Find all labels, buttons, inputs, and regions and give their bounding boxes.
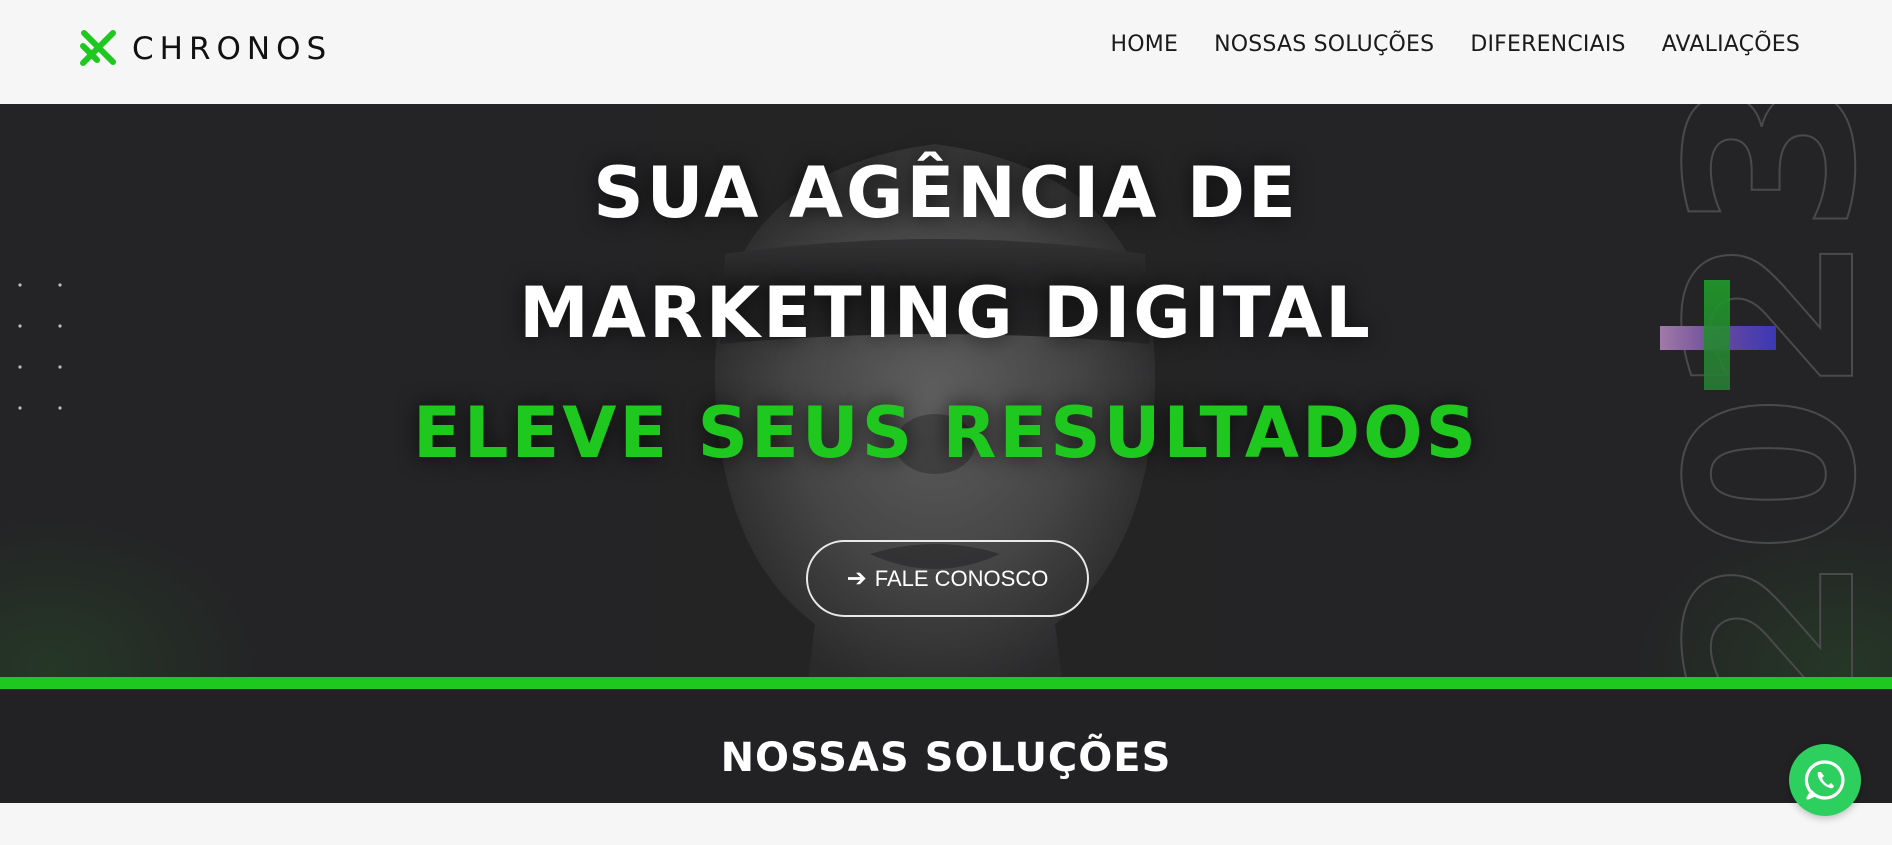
whatsapp-icon xyxy=(1804,760,1845,800)
hero-title-line-2: MARKETING DIGITAL xyxy=(519,272,1373,354)
logo[interactable]: CHRONOS xyxy=(77,28,332,69)
nav-item-avaliacoes[interactable]: AVALIAÇÕES xyxy=(1662,32,1800,57)
accent-divider xyxy=(0,677,1892,689)
cta-label: FALE CONOSCO xyxy=(874,565,1049,591)
main-nav: HOME NOSSAS SOLUÇÕES DIFERENCIAIS AVALIA… xyxy=(1111,32,1800,57)
nav-item-home[interactable]: HOME xyxy=(1111,32,1179,57)
hero-section: 2023 SUA AGÊNCIA DE MARKETING DIGITAL EL… xyxy=(0,104,1892,677)
hero-glow-left xyxy=(0,517,260,677)
hero-tagline: ELEVE SEUS RESULTADOS xyxy=(413,392,1479,474)
hero-title-line-1: SUA AGÊNCIA DE xyxy=(593,152,1299,234)
whatsapp-button[interactable] xyxy=(1789,744,1861,816)
chronos-logo-icon xyxy=(80,30,116,66)
nav-item-nossas-solucoes[interactable]: NOSSAS SOLUÇÕES xyxy=(1214,32,1434,57)
arrow-right-icon: ➔ xyxy=(846,564,867,592)
page-content-below xyxy=(0,803,1892,845)
brand-name: CHRONOS xyxy=(132,30,333,67)
site-header: CHRONOS HOME NOSSAS SOLUÇÕES DIFERENCIAI… xyxy=(0,0,1892,104)
fale-conosco-button[interactable]: ➔ FALE CONOSCO xyxy=(806,540,1089,617)
solutions-title: NOSSAS SOLUÇÕES xyxy=(720,735,1172,781)
nav-item-diferenciais[interactable]: DIFERENCIAIS xyxy=(1470,32,1625,57)
